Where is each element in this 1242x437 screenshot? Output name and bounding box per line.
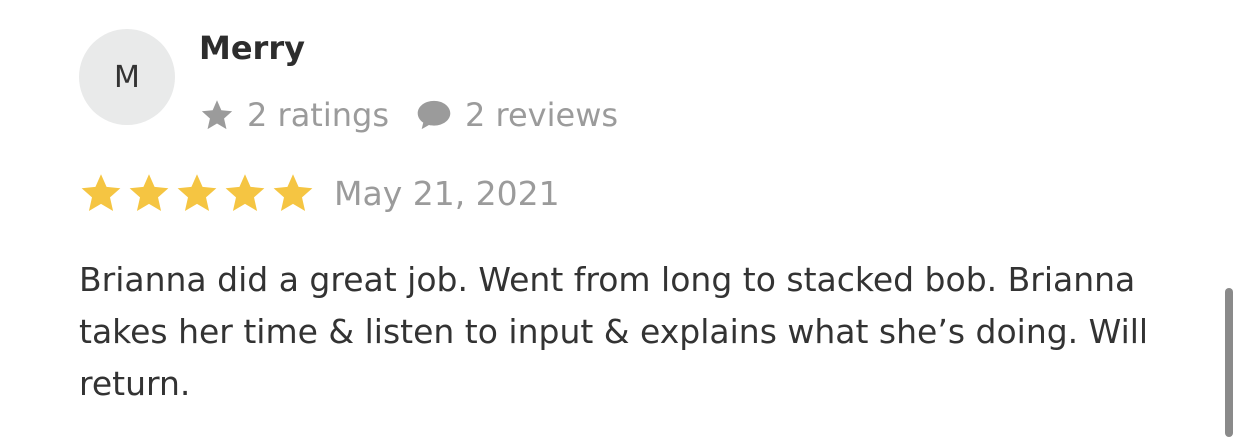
ratings-count: 2 ratings <box>247 96 389 134</box>
star-icon <box>199 97 247 133</box>
avatar-initial: M <box>114 59 140 95</box>
star-filled-icon <box>273 174 313 212</box>
star-rating <box>78 170 318 216</box>
scrollbar-thumb[interactable] <box>1225 288 1233 437</box>
avatar[interactable]: M <box>79 29 175 125</box>
review-text: Brianna did a great job. Went from long … <box>79 260 1149 403</box>
reviews-count: 2 reviews <box>465 96 619 134</box>
reviewer-stats: 2 ratings 2 reviews <box>199 94 618 136</box>
review-date: May 21, 2021 <box>334 173 560 213</box>
rating-row: May 21, 2021 <box>78 170 560 216</box>
star-filled-icon <box>129 174 169 212</box>
comment-icon <box>389 98 465 132</box>
star-filled-icon <box>177 174 217 212</box>
review-card: M Merry 2 ratings 2 reviews May 21, 2021… <box>0 0 1242 437</box>
reviewer-name[interactable]: Merry <box>199 28 305 68</box>
star-filled-icon <box>225 174 265 212</box>
star-filled-icon <box>81 174 121 212</box>
